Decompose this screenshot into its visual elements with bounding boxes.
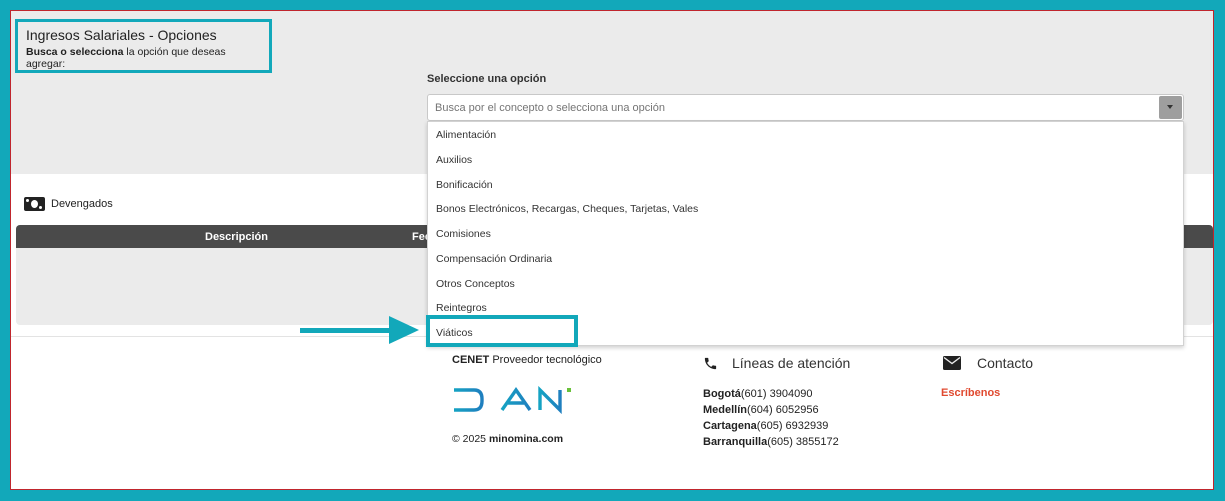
lines-header: Líneas de atención — [703, 355, 850, 371]
select-placeholder: Busca por el concepto o selecciona una o… — [435, 102, 665, 114]
devengados-header: Devengados — [24, 197, 113, 211]
option-auxilios[interactable]: Auxilios — [436, 154, 472, 166]
option-comisiones[interactable]: Comisiones — [436, 228, 491, 240]
phone-number: (601) 3904090 — [740, 388, 813, 400]
option-alimentacion[interactable]: Alimentación — [436, 129, 496, 141]
city-name: Bogotá — [703, 388, 741, 400]
contact-title: Contacto — [977, 355, 1034, 371]
phone-number: (605) 3855172 — [767, 436, 839, 448]
copyright-site: minomina.com — [488, 433, 564, 445]
viaticos-highlight-box — [426, 315, 578, 347]
phone-number: (605) 6932939 — [756, 420, 829, 432]
phone-icon — [704, 357, 717, 369]
page-subtitle: Busca o selecciona la opción que deseas … — [26, 46, 261, 70]
copyright-pre: © 2025 — [452, 433, 489, 445]
city-name: Cartagena — [703, 420, 757, 432]
phone-list: Bogotá(601) 3904090 Medellín(604) 605295… — [703, 386, 839, 450]
dian-logo — [454, 386, 571, 414]
copyright: © 2025 minomina.com — [452, 433, 563, 445]
provider-bold: CENET — [452, 354, 490, 366]
concept-select[interactable]: Busca por el concepto o selecciona una o… — [427, 94, 1184, 121]
title-highlight-box: Ingresos Salariales - Opciones Busca o s… — [15, 19, 272, 73]
option-bonos-electronicos[interactable]: Bonos Electrónicos, Recargas, Cheques, T… — [436, 203, 698, 215]
chevron-down-icon[interactable] — [1159, 96, 1182, 119]
page-frame: Ingresos Salariales - Opciones Busca o s… — [10, 10, 1214, 490]
phone-cartagena: Cartagena(605) 6932939 — [703, 418, 839, 434]
subtitle-bold: Busca o selecciona — [26, 46, 124, 58]
lines-title: Líneas de atención — [732, 355, 851, 371]
contact-link[interactable]: Escríbenos — [941, 387, 1000, 399]
phone-number: (604) 6052956 — [747, 404, 819, 416]
city-name: Medellín — [703, 404, 748, 416]
select-label: Seleccione una opción — [427, 73, 547, 85]
money-icon — [24, 197, 45, 211]
option-compensacion-ordinaria[interactable]: Compensación Ordinaria — [436, 253, 552, 265]
options-dropdown: Alimentación Auxilios Bonificación Bonos… — [427, 121, 1184, 346]
option-bonificacion[interactable]: Bonificación — [436, 179, 493, 191]
envelope-icon — [943, 356, 961, 370]
phone-barranquilla: Barranquilla(605) 3855172 — [703, 434, 839, 450]
contact-header: Contacto — [943, 355, 1033, 371]
phone-bogota: Bogotá(601) 3904090 — [703, 386, 839, 402]
option-reintegros[interactable]: Reintegros — [436, 302, 487, 314]
provider-text: CENET Proveedor tecnológico — [452, 354, 602, 366]
arrow-right-icon — [300, 328, 392, 333]
phone-medellin: Medellín(604) 6052956 — [703, 402, 839, 418]
devengados-label: Devengados — [51, 198, 113, 210]
arrow-right-head-icon — [389, 316, 419, 344]
option-otros-conceptos[interactable]: Otros Conceptos — [436, 278, 515, 290]
provider-rest: Proveedor tecnológico — [489, 354, 602, 366]
city-name: Barranquilla — [703, 436, 768, 448]
column-header-descripcion: Descripción — [205, 231, 268, 243]
page-title: Ingresos Salariales - Opciones — [26, 27, 217, 43]
